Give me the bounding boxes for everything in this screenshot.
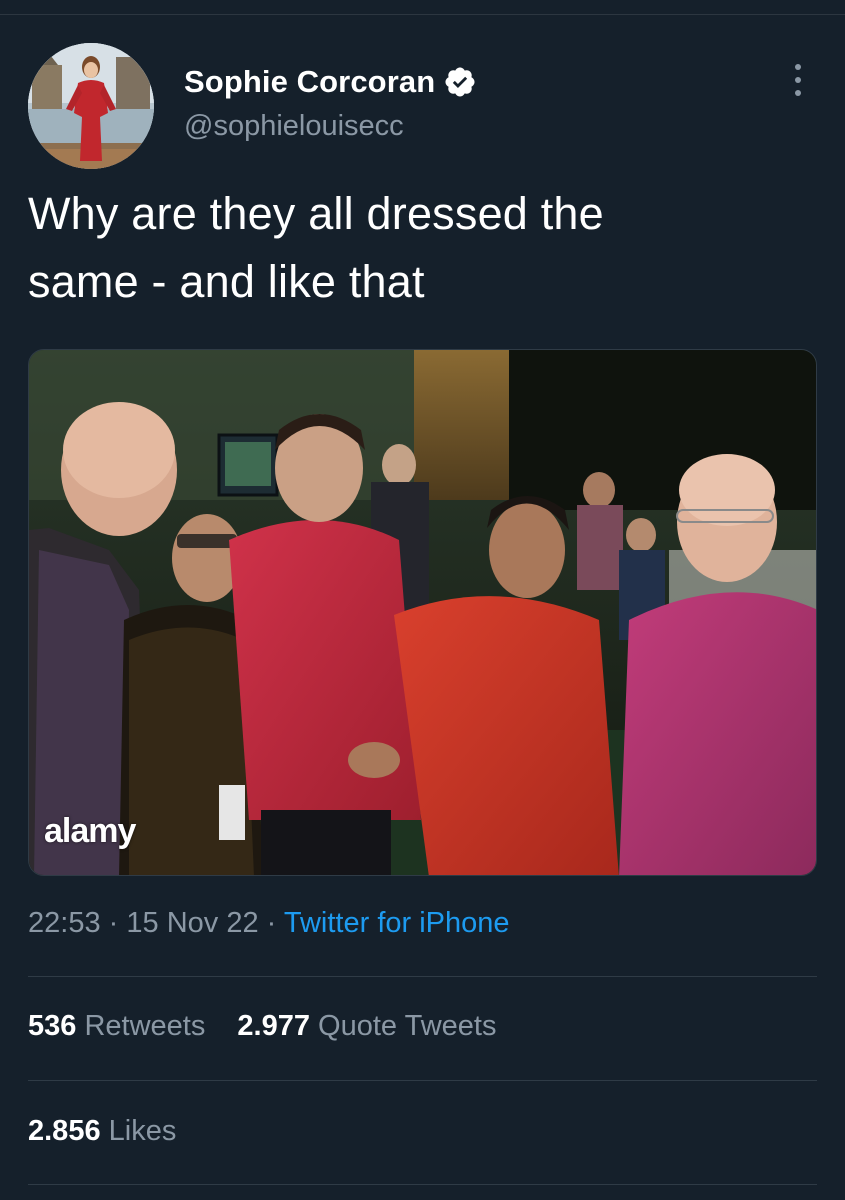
likes-stats: 2.856 Likes [28, 1115, 176, 1148]
divider [28, 1184, 817, 1185]
tweet-text: Why are they all dressed the same - and … [28, 180, 818, 316]
author-avatar[interactable] [28, 43, 154, 169]
likes-count: 2.856 [28, 1115, 101, 1147]
meta-separator: · [108, 907, 119, 939]
tweet-text-line: same - and like that [28, 256, 425, 307]
quote-tweets-label: Quote Tweets [318, 1010, 497, 1042]
likes-label: Likes [108, 1115, 177, 1147]
author-display-name[interactable]: Sophie Corcoran [184, 64, 435, 100]
divider [28, 1080, 817, 1081]
quote-tweets-count: 2.977 [237, 1010, 310, 1042]
media-watermark: alamy [44, 812, 136, 850]
tweet-text-line: Why are they all dressed the [28, 188, 604, 239]
display-name-row: Sophie Corcoran [184, 62, 477, 102]
meta-separator: · [266, 907, 277, 939]
tweet: Sophie Corcoran @sophielouisecc Why are … [0, 0, 845, 1200]
tweet-source-link[interactable]: Twitter for iPhone [284, 907, 510, 939]
retweets-count: 536 [28, 1010, 77, 1042]
top-divider [0, 14, 845, 15]
more-dot [795, 64, 801, 70]
author-handle[interactable]: @sophielouisecc [184, 110, 477, 143]
avatar-image [28, 43, 154, 169]
author-info: Sophie Corcoran @sophielouisecc [184, 62, 477, 143]
tweet-time[interactable]: 22:53 [28, 907, 101, 939]
engagement-stats: 536 Retweets 2.977 Quote Tweets [28, 1010, 496, 1043]
verified-badge-icon [443, 65, 477, 99]
more-dot [795, 77, 801, 83]
likes-stat[interactable]: 2.856 Likes [28, 1115, 176, 1148]
quote-tweets-stat[interactable]: 2.977 Quote Tweets [237, 1010, 496, 1043]
tweet-photo[interactable]: alamy [28, 349, 817, 876]
tweet-date[interactable]: 15 Nov 22 [126, 907, 258, 939]
retweets-label: Retweets [84, 1010, 206, 1042]
divider [28, 976, 817, 977]
more-options-icon[interactable] [782, 60, 814, 100]
tweet-meta: 22:53 · 15 Nov 22 · Twitter for iPhone [28, 907, 510, 940]
retweets-stat[interactable]: 536 Retweets [28, 1010, 205, 1043]
photo-illustration [29, 350, 816, 875]
more-dot [795, 90, 801, 96]
